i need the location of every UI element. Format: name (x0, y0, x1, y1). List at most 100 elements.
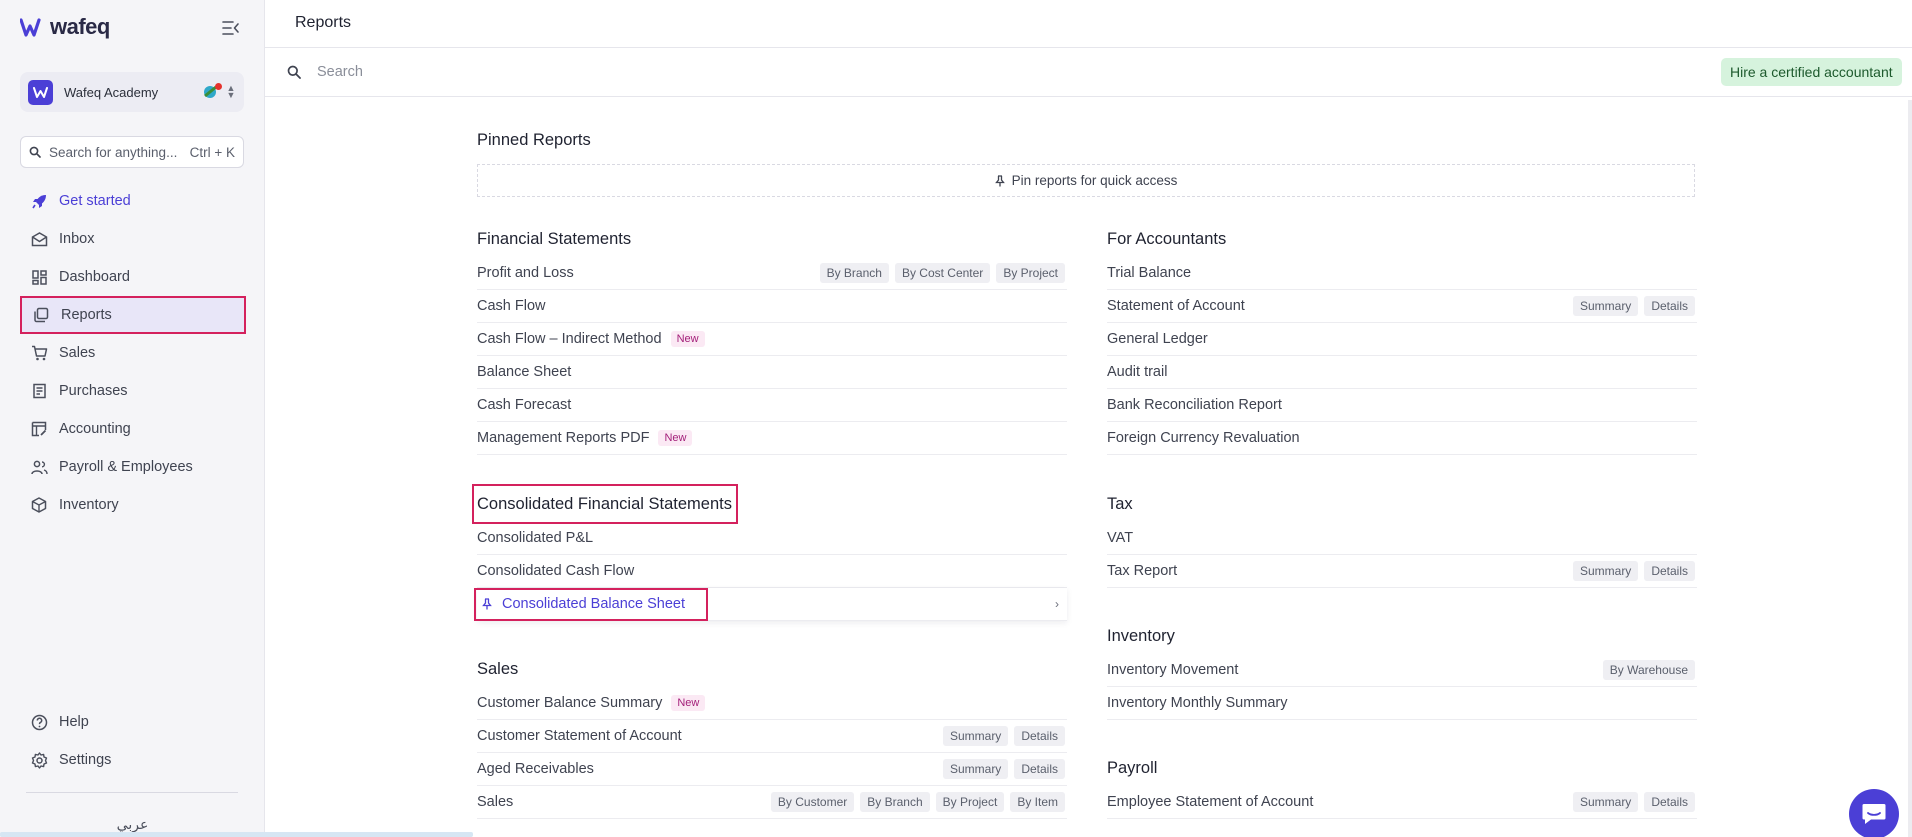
vertical-scrollbar[interactable] (1908, 100, 1912, 837)
global-search-field[interactable]: Ctrl + K (20, 136, 244, 168)
report-name: Bank Reconciliation Report (1107, 397, 1282, 413)
report-variant-by-warehouse[interactable]: By Warehouse (1602, 660, 1695, 680)
sidebar-item-inventory[interactable]: Inventory (20, 486, 246, 524)
report-row-balance-sheet[interactable]: Balance Sheet (477, 356, 1067, 389)
sidebar-divider (26, 792, 238, 793)
report-name: Trial Balance (1107, 265, 1192, 281)
report-row-profit-and-loss[interactable]: Profit and Loss By Branch By Cost Center By… (477, 257, 1067, 290)
rocket-icon (30, 192, 48, 210)
report-row-audit-trail[interactable]: Audit trail (1107, 356, 1697, 389)
page-title: Reports (295, 14, 352, 31)
report-row-vat[interactable]: VAT (1107, 522, 1697, 555)
report-name: Cash Flow (477, 298, 546, 314)
sidebar-item-inbox[interactable]: Inbox (20, 220, 246, 258)
search-shortcut: Ctrl + K (189, 144, 235, 160)
global-search-input[interactable] (49, 144, 190, 160)
sidebar-item-reports[interactable]: Reports (20, 296, 246, 334)
sidebar-item-purchases[interactable]: Purchases (20, 372, 246, 410)
report-variant-details[interactable]: Details (1644, 296, 1695, 316)
report-row-trial-balance[interactable]: Trial Balance (1107, 257, 1697, 290)
report-row-foreign-currency-revaluation[interactable]: Foreign Currency Revaluation (1107, 422, 1697, 455)
sidebar-bottom-nav: Help Settings (20, 703, 246, 779)
report-variant-by-item[interactable]: By Item (1010, 792, 1065, 812)
report-name: Aged Receivables (477, 761, 594, 777)
report-list-consolidated-financial-statements: Consolidated P&L Consolidated Cash Flow Co… (474, 522, 1067, 621)
highlight-box (474, 588, 708, 621)
report-variant-by-project[interactable]: By Project (996, 263, 1065, 283)
report-variant-by-branch[interactable]: By Branch (819, 263, 889, 283)
report-list-payroll: Employee Statement of Account Summary Deta… (1107, 786, 1697, 819)
report-name: Tax Report (1107, 563, 1178, 579)
sidebar-item-label: Payroll & Employees (59, 459, 193, 475)
report-row-inventory-movement[interactable]: Inventory Movement By Warehouse (1107, 654, 1697, 687)
report-row-general-ledger[interactable]: General Ledger (1107, 323, 1697, 356)
report-name: Employee Statement of Account (1107, 794, 1314, 810)
report-variant-summary[interactable]: Summary (1572, 792, 1639, 812)
report-name: Customer Balance Summary (477, 695, 663, 711)
report-variant-details[interactable]: Details (1014, 726, 1065, 746)
report-variant-summary[interactable]: Summary (1572, 561, 1639, 581)
report-row-tax-report[interactable]: Tax Report Summary Details (1107, 555, 1697, 588)
report-row-aged-receivables[interactable]: Aged Receivables Summary Details (477, 753, 1067, 786)
report-variant-by-customer[interactable]: By Customer (770, 792, 855, 812)
sidebar-item-payroll[interactable]: Payroll & Employees (20, 448, 246, 486)
box-icon (30, 496, 48, 514)
new-badge: New (658, 430, 693, 446)
sidebar-item-get-started[interactable]: Get started (20, 182, 246, 220)
report-row-consolidated-balance-sheet[interactable]: Consolidated Balance Sheet › (474, 588, 1067, 621)
report-row-customer-statement-of-account[interactable]: Customer Statement of Account Summary Deta… (477, 720, 1067, 753)
report-row-inventory-monthly-summary[interactable]: Inventory Monthly Summary (1107, 687, 1697, 720)
chevron-right-icon: › (1055, 597, 1059, 611)
report-variant-summary[interactable]: Summary (942, 759, 1009, 779)
notification-icon[interactable] (202, 83, 222, 101)
report-row-bank-reconciliation-report[interactable]: Bank Reconciliation Report (1107, 389, 1697, 422)
receipt-icon (30, 382, 48, 400)
sidebar-item-label: Reports (61, 307, 112, 323)
section-title-tax: Tax (1107, 495, 1133, 513)
report-variant-details[interactable]: Details (1644, 792, 1695, 812)
sidebar-item-settings[interactable]: Settings (20, 741, 246, 779)
section-title-inventory: Inventory (1107, 627, 1175, 645)
sidebar-item-label: Inbox (59, 231, 95, 247)
report-row-sales[interactable]: Sales By Customer By Branch By Project By It… (477, 786, 1067, 819)
collapse-sidebar-icon[interactable] (222, 20, 240, 36)
hire-accountant-button[interactable]: Hire a certified accountant (1721, 58, 1902, 86)
gear-icon (30, 751, 48, 769)
report-list-financial-statements: Profit and Loss By Branch By Cost Center By… (477, 257, 1067, 455)
chat-button[interactable] (1849, 789, 1899, 837)
report-row-cash-forecast[interactable]: Cash Forecast (477, 389, 1067, 422)
sidebar-item-label: Dashboard (59, 269, 130, 285)
report-variant-details[interactable]: Details (1644, 561, 1695, 581)
report-row-statement-of-account[interactable]: Statement of Account Summary Details (1107, 290, 1697, 323)
report-name: Sales (477, 794, 514, 810)
sidebar-item-label: Get started (59, 193, 131, 209)
report-variant-summary[interactable]: Summary (1572, 296, 1639, 316)
report-row-consolidated-p-l[interactable]: Consolidated P&L (477, 522, 1067, 555)
report-name: Audit trail (1107, 364, 1168, 380)
section-title-financial-statements: Financial Statements (477, 230, 632, 248)
report-variant-by-cost-center[interactable]: By Cost Center (894, 263, 991, 283)
report-row-consolidated-cash-flow[interactable]: Consolidated Cash Flow (477, 555, 1067, 588)
report-variant-summary[interactable]: Summary (942, 726, 1009, 746)
wafeq-logo[interactable]: wafeq (20, 14, 110, 40)
report-name: General Ledger (1107, 331, 1208, 347)
organization-switcher[interactable]: Wafeq Academy ▲ ▼ (20, 72, 244, 112)
report-row-employee-statement-of-account[interactable]: Employee Statement of Account Summary Deta… (1107, 786, 1697, 819)
sidebar-item-sales[interactable]: Sales (20, 334, 246, 372)
sidebar-item-label: Settings (59, 752, 112, 768)
reports-search-input[interactable] (317, 62, 817, 82)
horizontal-scrollbar[interactable] (0, 832, 473, 837)
sidebar: wafeq Wafeq Academy ▲▼ Ctrl + K Get st (0, 0, 473, 837)
report-variant-details[interactable]: Details (1014, 759, 1065, 779)
report-row-customer-balance-summary[interactable]: Customer Balance Summary New (477, 687, 1067, 720)
sidebar-item-dashboard[interactable]: Dashboard (20, 258, 246, 296)
report-row-cash-flow[interactable]: Cash Flow (477, 290, 1067, 323)
report-variant-by-project[interactable]: By Project (935, 792, 1005, 812)
sidebar-item-accounting[interactable]: Accounting (20, 410, 246, 448)
reports-search-bar: Hire a certified accountant (265, 48, 1912, 97)
report-row-management-reports-pdf[interactable]: Management Reports PDF New (477, 422, 1067, 455)
sidebar-item-help[interactable]: Help (20, 703, 246, 741)
language-toggle[interactable]: عربي (0, 816, 265, 833)
report-variant-by-branch[interactable]: By Branch (860, 792, 930, 812)
report-row-cash-flow-indirect-method[interactable]: Cash Flow – Indirect Method New (477, 323, 1067, 356)
